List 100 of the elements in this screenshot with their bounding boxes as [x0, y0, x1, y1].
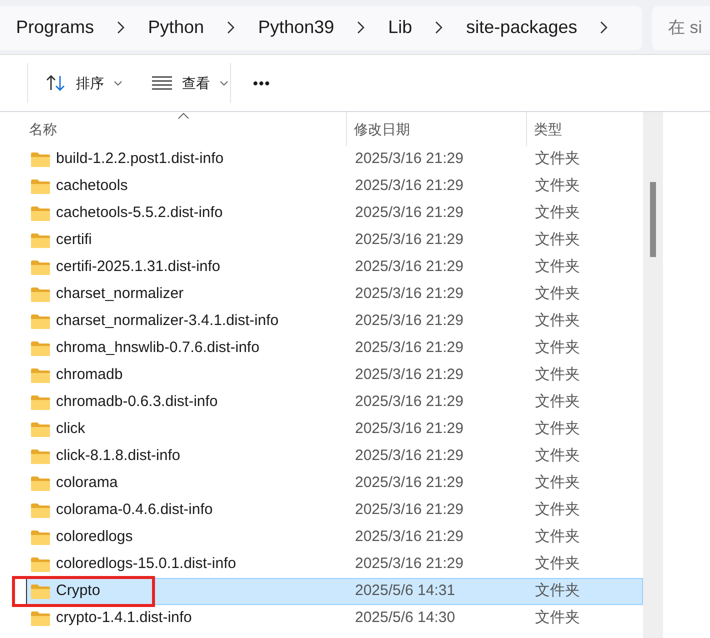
file-type: 文件夹: [534, 527, 580, 548]
file-row[interactable]: cachetools-5.5.2.dist-info 2025/3/16 21:29 文件夹: [26, 200, 643, 227]
sort-icon: [46, 74, 66, 92]
file-name: cachetools: [56, 176, 128, 196]
folder-icon: [31, 206, 50, 221]
file-row[interactable]: click-8.1.8.dist-info 2025/3/16 21:29 文件夹: [26, 443, 643, 470]
folder-icon: [31, 152, 50, 167]
file-name: charset_normalizer-3.4.1.dist-info: [56, 311, 279, 332]
file-row[interactable]: coloredlogs-15.0.1.dist-info 2025/3/16 21:29 文件夹: [26, 551, 643, 578]
file-name: colorama: [56, 473, 118, 494]
folder-icon: [31, 395, 50, 410]
file-type: 文件夹: [534, 581, 580, 602]
file-type: 文件夹: [534, 365, 580, 386]
file-row[interactable]: charset_normalizer 2025/3/16 21:29 文件夹: [26, 281, 643, 308]
breadcrumb-item[interactable]: site-packages: [466, 14, 578, 41]
modified-date: 2025/3/16 21:29: [354, 527, 464, 548]
folder-icon: [31, 476, 50, 491]
file-name: chromadb-0.6.3.dist-info: [56, 392, 218, 412]
file-name: certifi-2025.1.31.dist-info: [56, 257, 220, 278]
file-row[interactable]: certifi-2025.1.31.dist-info 2025/3/16 21:29 文件夹: [26, 254, 643, 281]
chevron-down-icon: [220, 80, 228, 86]
file-row[interactable]: cachetools 2025/3/16 21:29 文件夹: [26, 173, 643, 200]
file-type: 文件夹: [534, 203, 580, 224]
modified-date: 2025/3/16 21:29: [354, 311, 464, 332]
file-type: 文件夹: [534, 230, 580, 250]
modified-date: 2025/3/16 21:29: [354, 446, 464, 466]
file-row[interactable]: chromadb-0.6.3.dist-info 2025/3/16 21:29 文件夹: [26, 389, 643, 416]
file-name: colorama-0.4.6.dist-info: [56, 500, 213, 520]
breadcrumb-item[interactable]: Python: [148, 14, 204, 41]
modified-date: 2025/3/16 21:29: [354, 365, 464, 386]
file-row[interactable]: chromadb 2025/3/16 21:29 文件夹: [26, 362, 643, 389]
modified-date: 2025/3/16 21:29: [354, 284, 464, 304]
modified-date: 2025/5/6 14:30: [354, 608, 456, 628]
modified-date: 2025/3/16 21:29: [354, 230, 464, 250]
modified-date: 2025/3/16 21:29: [354, 203, 464, 224]
folder-icon: [31, 368, 50, 383]
folder-icon: [31, 611, 50, 626]
folder-icon: [31, 341, 50, 356]
file-name: cachetools-5.5.2.dist-info: [56, 203, 223, 224]
file-row[interactable]: build-1.2.2.post1.dist-info 2025/3/16 21:29 文件夹: [26, 146, 643, 173]
file-type: 文件夹: [534, 176, 580, 196]
file-type: 文件夹: [534, 338, 580, 358]
file-type: 文件夹: [534, 149, 580, 170]
folder-icon: [31, 557, 50, 572]
modified-date: 2025/3/16 21:29: [354, 392, 464, 412]
chevron-right-icon: [600, 21, 608, 34]
file-row[interactable]: coloredlogs 2025/3/16 21:29 文件夹: [26, 524, 643, 551]
scrollbar-thumb[interactable]: [650, 182, 656, 257]
file-type: 文件夹: [534, 284, 580, 304]
chevron-right-icon: [357, 21, 366, 34]
file-type: 文件夹: [534, 554, 580, 574]
file-name: chroma_hnswlib-0.7.6.dist-info: [56, 338, 260, 358]
file-name: Crypto: [56, 581, 100, 602]
modified-date: 2025/3/16 21:29: [354, 473, 464, 494]
modified-date: 2025/5/6 14:31: [354, 581, 456, 602]
folder-icon: [31, 287, 50, 302]
file-name: charset_normalizer: [56, 284, 184, 304]
modified-date: 2025/3/16 21:29: [354, 419, 464, 440]
file-name: coloredlogs-15.0.1.dist-info: [56, 554, 236, 574]
file-row[interactable]: colorama-0.4.6.dist-info 2025/3/16 21:29 文件夹: [26, 497, 643, 524]
file-row[interactable]: crypto-1.4.1.dist-info 2025/5/6 14:30 文件夹: [26, 605, 643, 632]
modified-date: 2025/3/16 21:29: [354, 257, 464, 278]
file-type: 文件夹: [534, 419, 580, 440]
chevron-down-icon: [114, 80, 122, 86]
file-row[interactable]: certifi 2025/3/16 21:29 文件夹: [26, 227, 643, 254]
file-row[interactable]: charset_normalizer-3.4.1.dist-info 2025/3/16 21:29 文件夹: [26, 308, 643, 335]
column-header[interactable]: 名称: [12, 112, 347, 146]
more-button[interactable]: •••: [249, 67, 275, 99]
file-row[interactable]: chroma_hnswlib-0.7.6.dist-info 2025/3/16 21:29 文件夹: [26, 335, 643, 362]
file-type: 文件夹: [534, 392, 580, 412]
file-name: crypto-1.4.1.dist-info: [56, 608, 192, 628]
breadcrumb-item[interactable]: Programs: [16, 14, 94, 41]
folder-icon: [31, 314, 50, 329]
file-row[interactable]: Crypto 2025/5/6 14:31 文件夹: [26, 578, 643, 605]
file-name: coloredlogs: [56, 527, 133, 548]
column-header[interactable]: 修改日期: [347, 112, 527, 146]
file-type: 文件夹: [534, 446, 580, 466]
search-field[interactable]: 在 si: [652, 6, 710, 50]
chevron-right-icon: [227, 21, 236, 34]
file-type: 文件夹: [534, 500, 580, 520]
folder-icon: [31, 530, 50, 545]
file-type: 文件夹: [534, 608, 580, 628]
modified-date: 2025/3/16 21:29: [354, 338, 464, 358]
sort-button[interactable]: 排序: [46, 67, 122, 99]
file-name: click-8.1.8.dist-info: [56, 446, 180, 466]
column-header[interactable]: 类型: [527, 112, 643, 146]
folder-icon: [31, 584, 50, 599]
file-type: 文件夹: [534, 473, 580, 494]
file-row[interactable]: click 2025/3/16 21:29 文件夹: [26, 416, 643, 443]
breadcrumb-item[interactable]: Python39: [258, 14, 334, 41]
modified-date: 2025/3/16 21:29: [354, 149, 464, 170]
breadcrumb-item[interactable]: Lib: [388, 14, 412, 41]
file-name: chromadb: [56, 365, 123, 386]
sort-ascending-icon: [178, 113, 189, 119]
folder-icon: [31, 260, 50, 275]
file-name: certifi: [56, 230, 92, 250]
folder-icon: [31, 422, 50, 437]
file-type: 文件夹: [534, 257, 580, 278]
view-button[interactable]: 查看: [152, 67, 228, 99]
file-row[interactable]: colorama 2025/3/16 21:29 文件夹: [26, 470, 643, 497]
